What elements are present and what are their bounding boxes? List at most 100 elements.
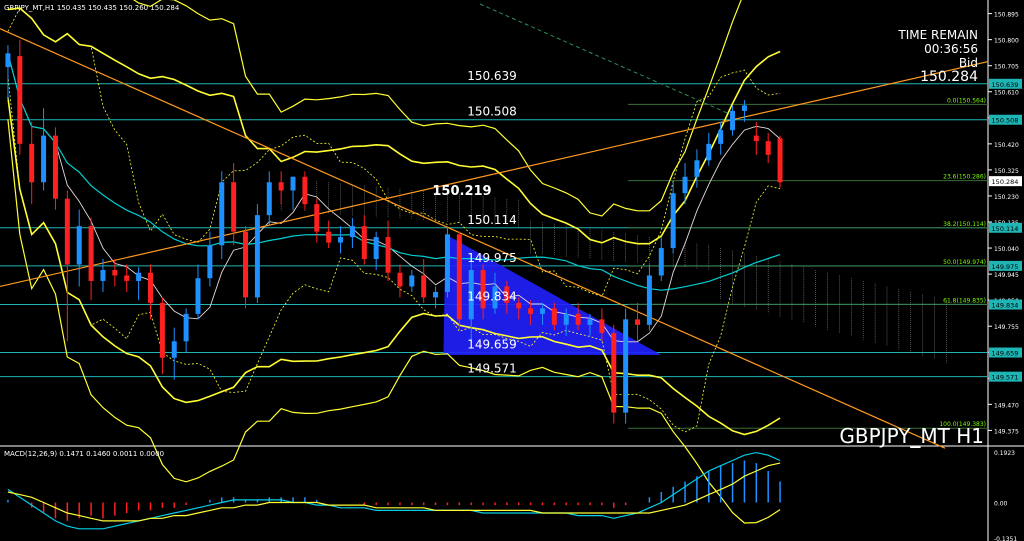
y-tick-label: 150.895 <box>994 12 1019 19</box>
candle-body <box>64 198 70 265</box>
dashed-trendline <box>479 3 736 117</box>
y-tick-label: 149.755 <box>994 324 1019 331</box>
candle-body <box>765 141 771 155</box>
candle-body <box>444 234 450 292</box>
bid-label: Bid <box>959 56 978 70</box>
y-tick-label: 149.375 <box>994 428 1019 435</box>
level-label: 149.834 <box>467 290 517 304</box>
bollinger-line <box>7 7 781 297</box>
candle-body <box>29 143 35 183</box>
candle-body <box>41 135 47 183</box>
candle-body <box>575 313 581 325</box>
candle-body <box>171 341 177 358</box>
candle-body <box>266 182 272 216</box>
candle-body <box>302 176 308 205</box>
candle-body <box>694 160 700 177</box>
level-label: 149.975 <box>467 251 517 265</box>
candle-body <box>587 319 593 325</box>
candle-body <box>551 308 557 325</box>
candle-body <box>456 234 462 320</box>
candle-body <box>195 278 201 314</box>
candle-body <box>516 302 522 309</box>
candle-body <box>278 182 284 191</box>
candle-body <box>528 308 534 314</box>
candle-body <box>290 176 296 191</box>
price-marker-label: 149.834 <box>992 302 1019 310</box>
y-tick-label: 149.945 <box>994 272 1019 279</box>
candle-body <box>147 272 153 303</box>
macd-tick-label: -0.1351 <box>994 536 1017 541</box>
macd-pane: 0.1923 0.00 -0.1351 <box>7 450 1017 541</box>
moving-average-line <box>7 53 781 291</box>
price-marker-label: 150.114 <box>992 225 1019 233</box>
time-remain-label: TIME REMAIN <box>897 28 978 42</box>
fib-label: 61.8(149.835) <box>943 297 986 304</box>
candle-body <box>124 275 130 281</box>
level-label: 150.219 <box>432 184 491 199</box>
candle-body <box>17 56 23 144</box>
candle-body <box>5 53 11 68</box>
candle-body <box>409 275 415 287</box>
candle-body <box>338 237 344 243</box>
fib-label: 0.0(150.564) <box>947 97 986 104</box>
candle-body <box>373 237 379 260</box>
fibonacci-labels: 0.0(150.564) 23.6(150.286) 38.2(150.114) 50… <box>939 97 986 428</box>
candle-body <box>243 231 249 298</box>
candles[interactable] <box>5 39 783 424</box>
candle-body <box>385 237 391 273</box>
y-tick-label: 150.610 <box>994 90 1019 97</box>
candle-body <box>219 182 225 246</box>
fib-label: 23.6(150.286) <box>943 174 986 181</box>
candle-body <box>254 215 260 298</box>
candle-body <box>326 231 332 243</box>
price-marker-label: 150.639 <box>992 81 1019 89</box>
macd-line <box>7 451 781 530</box>
candle-body <box>52 135 58 199</box>
macd-header: MACD(12,26,9) 0.1471 0.1460 0.0011 0.000… <box>4 450 164 458</box>
candle-body <box>753 135 759 142</box>
price-marker-label: 150.284 <box>992 178 1019 186</box>
bollinger-line <box>132 0 742 217</box>
candle-body <box>112 269 118 276</box>
candle-body <box>314 204 320 232</box>
y-tick-label: 150.800 <box>994 38 1019 45</box>
price-marker-label: 149.659 <box>992 350 1019 358</box>
macd-tick-label: 0.00 <box>994 501 1008 508</box>
level-label: 149.659 <box>467 338 517 352</box>
candle-body <box>88 226 94 281</box>
price-marker-label: 149.975 <box>992 263 1019 271</box>
candle-body <box>623 319 629 413</box>
moving-averages <box>7 53 781 343</box>
candle-body <box>563 313 569 325</box>
level-label: 150.639 <box>467 69 517 83</box>
candle-body <box>231 182 237 232</box>
candle-body <box>706 143 712 161</box>
candle-body <box>658 248 664 276</box>
y-tick-label: 150.325 <box>994 168 1019 175</box>
bid-value: 150.284 <box>920 69 978 85</box>
candle-body <box>76 226 82 265</box>
bollinger-bands <box>7 0 781 524</box>
candle-body <box>183 313 189 342</box>
candle-body <box>421 275 427 298</box>
bollinger-line <box>7 75 781 433</box>
candle-body <box>682 176 688 194</box>
y-tick-label: 150.420 <box>994 142 1019 149</box>
level-label: 149.571 <box>467 362 517 376</box>
candle-body <box>539 308 545 314</box>
candle-body <box>777 138 783 183</box>
forex-chart[interactable]: GBPJPY_MT,H1 150.435 150.435 150.260 150… <box>0 0 1024 541</box>
candle-body <box>361 226 367 260</box>
candle-body <box>207 245 213 279</box>
macd-signal-line <box>7 462 781 522</box>
level-label: 150.508 <box>467 105 517 119</box>
macd-tick-label: 0.1923 <box>994 450 1015 457</box>
candle-body <box>599 319 605 334</box>
price-markers: 150.639 150.508 150.284 150.114 149.975 149.8… <box>989 78 1022 382</box>
candle-body <box>433 291 439 298</box>
chart-watermark: GBPJPY_MT H1 <box>839 424 984 448</box>
candle-body <box>718 130 724 144</box>
candle-body <box>397 272 403 287</box>
y-tick-label: 150.040 <box>994 246 1019 253</box>
bollinger-line <box>7 119 781 524</box>
